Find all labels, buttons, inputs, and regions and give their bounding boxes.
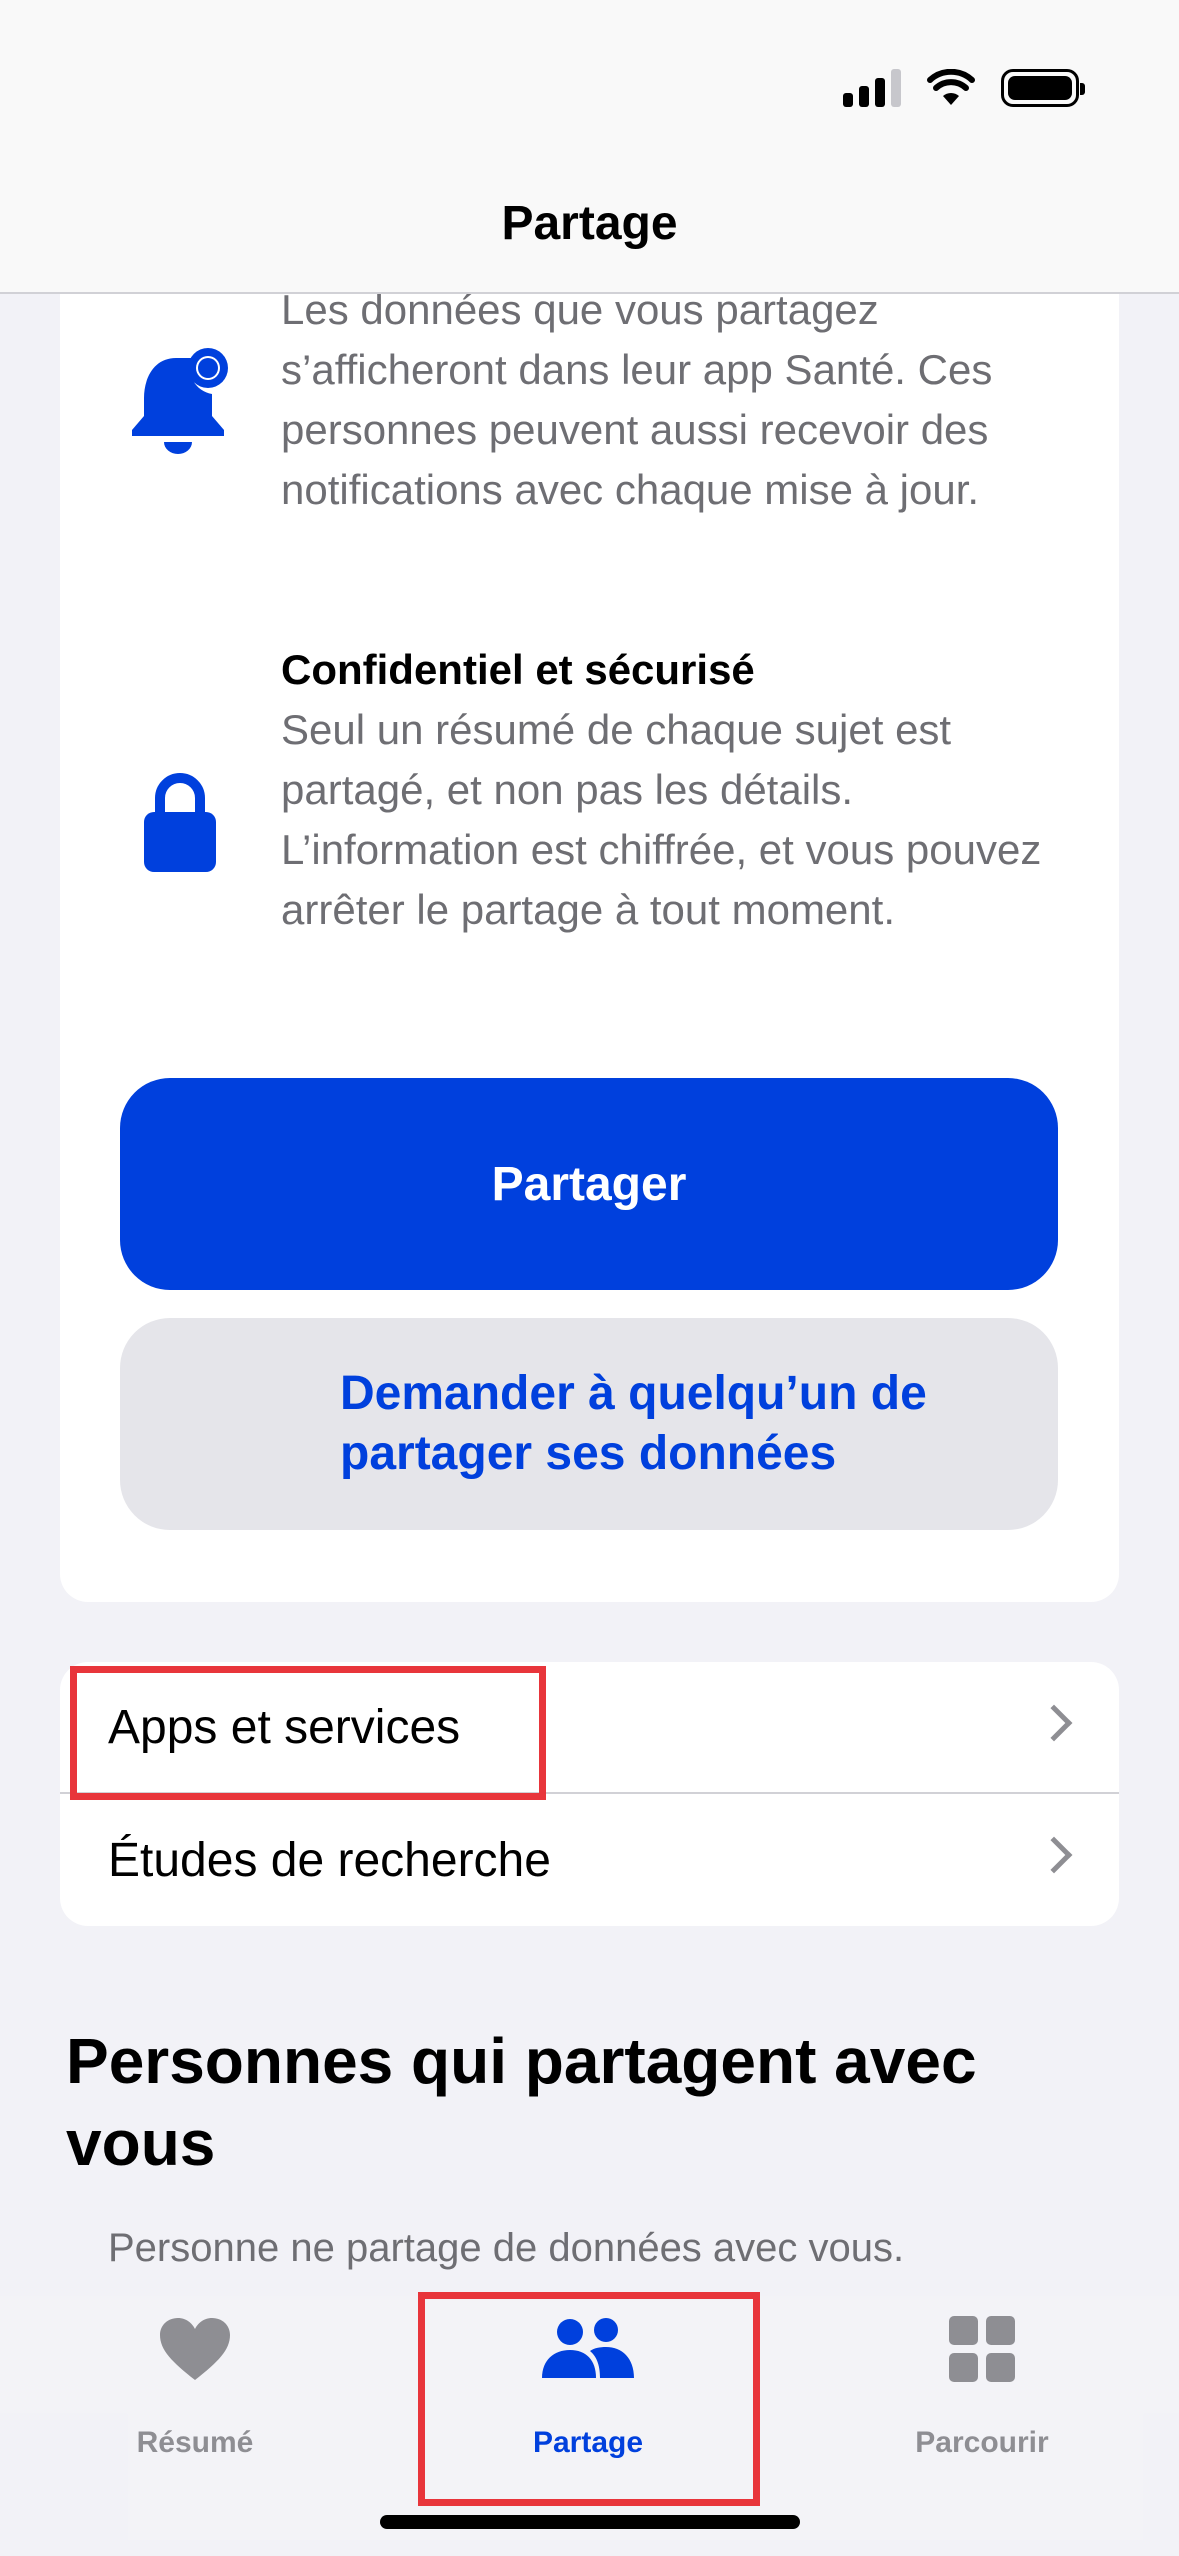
lock-icon — [144, 773, 216, 872]
navigation-header: Partage — [0, 0, 1179, 294]
grid-icon — [949, 2316, 1015, 2382]
empty-state-text: Personne ne partage de données avec vous… — [108, 2226, 905, 2270]
tab-label: Partage — [532, 2426, 644, 2459]
list-item-label: Apps et services — [108, 1700, 461, 1754]
heart-icon — [160, 2318, 230, 2380]
tab-label: Parcourir — [915, 2426, 1049, 2459]
tab-summary[interactable]: Résumé — [45, 2316, 345, 2476]
list-item-apps-services[interactable]: Apps et services — [60, 1662, 1119, 1794]
feature-title: Confidentiel et sécurisé — [281, 646, 755, 693]
tab-label: Résumé — [136, 2426, 254, 2459]
sharing-options-list: Apps et services Études de recherche — [60, 1662, 1119, 1926]
tab-browse[interactable]: Parcourir — [832, 2316, 1132, 2476]
chevron-right-icon — [1035, 1836, 1073, 1874]
cellular-signal-icon — [843, 69, 901, 107]
page-title: Partage — [501, 197, 678, 250]
wifi-icon — [927, 69, 975, 105]
feature-text-block: Confidentiel et sécurisé Seul un résumé … — [281, 640, 1081, 940]
tab-sharing[interactable]: Partage — [438, 2316, 738, 2476]
sharing-info-card: Les données que vous partagez s’afficher… — [60, 240, 1119, 1602]
request-sharing-button[interactable]: Demander à quelqu’un de partager ses don… — [120, 1318, 1058, 1530]
share-button[interactable]: Partager — [120, 1078, 1058, 1290]
status-icons — [843, 66, 1085, 110]
people-icon — [542, 2318, 634, 2378]
battery-icon — [1001, 69, 1085, 107]
chevron-right-icon — [1035, 1704, 1073, 1742]
feature-description: Les données que vous partagez s’afficher… — [281, 286, 993, 513]
list-item-label: Études de recherche — [108, 1833, 551, 1887]
bell-badge-icon — [132, 348, 228, 454]
list-item-research-studies[interactable]: Études de recherche — [60, 1794, 1119, 1926]
home-indicator — [380, 2515, 800, 2529]
section-title: Personnes qui partagent avec vous — [66, 2025, 977, 2179]
feature-description: Seul un résumé de chaque sujet est parta… — [281, 706, 1042, 933]
